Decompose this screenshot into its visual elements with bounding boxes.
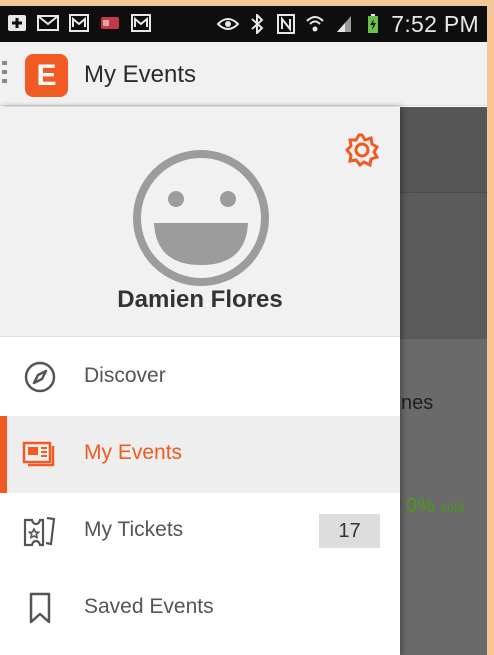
settings-gear-icon[interactable] [343, 131, 381, 169]
nav-item-my-tickets[interactable]: My Tickets 17 [0, 493, 400, 570]
status-bar: 7:52 PM [0, 6, 487, 42]
bookmark-icon [22, 590, 58, 626]
sold-percent-suffix: sold [440, 500, 465, 515]
gmail-icon [68, 13, 90, 33]
bluetooth-icon [246, 14, 268, 34]
page-title: My Events [84, 61, 197, 88]
active-indicator [0, 416, 7, 493]
nav-item-saved-events[interactable]: Saved Events [0, 570, 400, 647]
mail-icon [37, 13, 59, 33]
battery-charging-icon [362, 14, 384, 34]
notification-icons [6, 13, 152, 33]
navigation-drawer: Damien Flores Discover My Events My Tick… [0, 107, 400, 655]
tickets-sold-percent: 0% sold [406, 495, 464, 518]
app-logo[interactable]: E [25, 54, 68, 97]
avatar-smiley-icon[interactable] [130, 147, 272, 289]
nav-item-my-events[interactable]: My Events [0, 416, 400, 493]
wifi-icon [304, 14, 326, 34]
nfc-icon [275, 14, 297, 34]
system-icons: 7:52 PM [217, 10, 479, 38]
tickets-icon [22, 513, 58, 549]
clock: 7:52 PM [391, 10, 479, 37]
profile-name: Damien Flores [117, 286, 283, 313]
card-icon [99, 13, 121, 33]
ticket-count-badge: 17 [319, 514, 380, 548]
add-icon [6, 13, 28, 33]
gmail-icon [130, 13, 152, 33]
drawer-toggle-icon[interactable] [2, 61, 7, 83]
compass-icon [22, 359, 58, 395]
ticket-card-icon [22, 436, 58, 472]
screenshot-frame-side [487, 0, 494, 655]
background-content: nes 0% sold [400, 107, 487, 655]
nav-item-label: Discover [84, 364, 166, 387]
background-header [400, 107, 487, 193]
background-partial-text: nes [401, 392, 434, 414]
nav-item-discover[interactable]: Discover [0, 339, 400, 416]
nav-item-label: My Tickets [84, 518, 184, 541]
signal-icon [333, 14, 355, 34]
eye-icon [217, 14, 240, 34]
profile-header: Damien Flores [0, 107, 400, 337]
app-bar: E My Events [0, 42, 487, 106]
sold-percent-value: 0% [406, 495, 435, 517]
nav-item-label: Saved Events [84, 595, 214, 618]
nav-item-label: My Events [84, 441, 183, 464]
